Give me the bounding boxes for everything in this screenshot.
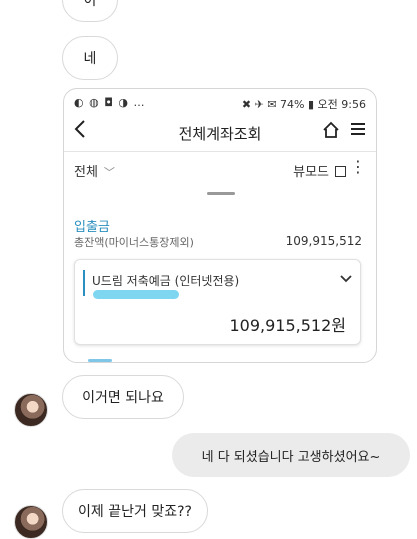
avatar[interactable]	[14, 393, 48, 427]
app-bar: 전체계좌조회	[64, 117, 376, 151]
chat-bubble-ne: 네	[62, 36, 118, 80]
status-notification-icons: ◐ ◍ ◘ ◑ …	[74, 96, 146, 109]
status-system-info: ✖ ✈ ✉ 74% ▮ 오전 9:56	[241, 98, 366, 111]
view-mode-toggle[interactable]: 뷰모드	[293, 161, 346, 180]
chevron-down-icon[interactable]	[340, 272, 352, 286]
divider	[64, 151, 376, 152]
masked-account-number	[93, 290, 179, 299]
accent-bar	[83, 270, 85, 296]
chat-bubble-top: 이	[62, 0, 118, 22]
chat-bubble-text: 이	[83, 0, 97, 9]
avatar[interactable]	[14, 505, 48, 539]
chevron-down-icon: ﹀	[103, 166, 115, 179]
hamburger-icon[interactable]	[350, 121, 366, 142]
home-icon[interactable]	[322, 121, 340, 143]
account-balance: 109,915,512원	[229, 316, 346, 335]
chat-bubble-reply: 네 다 되셨습니다 고생하셨어요~	[172, 433, 410, 477]
total-balance-label: 총잔액(마이너스통장제외)	[74, 236, 194, 249]
kebab-icon[interactable]: ⋮	[350, 157, 366, 176]
shared-screenshot[interactable]: ◐ ◍ ◘ ◑ … ✖ ✈ ✉ 74% ▮ 오전 9:56 전체계좌조회 전체 ﹀…	[63, 88, 377, 363]
chat-bubble-text: 이거면 되나요	[82, 390, 164, 406]
chat-bubble-text: 네	[83, 51, 97, 67]
chat-bubble-question: 이거면 되나요	[62, 375, 184, 419]
account-card[interactable]: U드림 저축예금 (인터넷전용) 109,915,512원	[74, 259, 361, 345]
chat-bubble-text: 이제 끝난거 맞죠??	[78, 504, 192, 520]
account-name: U드림 저축예금 (인터넷전용)	[92, 274, 240, 288]
section-label: 입출금	[74, 220, 110, 235]
next-section-stub	[88, 359, 112, 362]
status-bar: ◐ ◍ ◘ ◑ … ✖ ✈ ✉ 74% ▮ 오전 9:56	[64, 89, 376, 115]
chat-bubble-confirm: 이제 끝난거 맞죠??	[62, 489, 208, 533]
total-balance-amount: 109,915,512	[285, 234, 362, 248]
account-filter-dropdown[interactable]: 전체 ﹀	[74, 161, 115, 180]
checkbox-icon[interactable]	[335, 166, 346, 177]
drag-handle[interactable]	[207, 192, 235, 195]
view-mode-label: 뷰모드	[293, 165, 329, 180]
filter-label: 전체	[74, 165, 98, 180]
chat-bubble-text: 네 다 되셨습니다 고생하셨어요~	[201, 449, 381, 465]
